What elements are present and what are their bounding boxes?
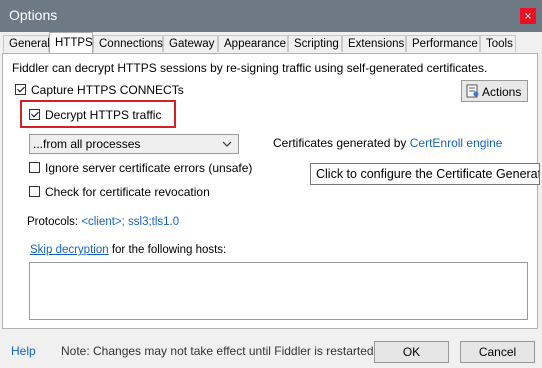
decrypt-https-label[interactable]: Decrypt HTTPS traffic: [45, 108, 161, 122]
ignore-cert-errors-label[interactable]: Ignore server certificate errors (unsafe…: [45, 161, 252, 175]
window-title: Options: [9, 7, 58, 23]
skip-decryption-row: Skip decryption for the following hosts:: [30, 244, 226, 256]
tab-tools[interactable]: Tools: [480, 35, 516, 52]
cert-generated-text: Certificates generated by CertEnroll eng…: [273, 136, 502, 150]
tab-performance[interactable]: Performance: [406, 35, 480, 52]
decrypt-https-checkbox[interactable]: [29, 109, 40, 120]
chevron-down-icon: [222, 141, 232, 147]
protocols-label: Protocols:: [27, 216, 79, 228]
https-panel: Fiddler can decrypt HTTPS sessions by re…: [2, 53, 538, 329]
skip-decryption-suffix: for the following hosts:: [111, 244, 227, 256]
cert-generator-tooltip: Click to configure the Certificate Gener…: [310, 163, 540, 185]
cert-engine-link[interactable]: CertEnroll engine: [410, 136, 503, 150]
process-filter-select[interactable]: ...from all processes: [29, 134, 239, 154]
protocols-link[interactable]: <client>; ssl3;tls1.0: [81, 216, 179, 228]
check-revocation-checkbox[interactable]: [29, 186, 40, 197]
skip-decryption-link[interactable]: Skip decryption: [30, 244, 109, 256]
tab-strip: General HTTPS Connections Gateway Appear…: [0, 32, 542, 54]
restart-note: Note: Changes may not take effect until …: [61, 344, 377, 358]
https-description: Fiddler can decrypt HTTPS sessions by re…: [12, 61, 488, 75]
tab-general[interactable]: General: [3, 35, 50, 52]
certificate-actions-icon: [466, 84, 479, 98]
actions-button[interactable]: Actions: [461, 80, 528, 102]
skip-hosts-textarea[interactable]: [29, 262, 528, 320]
tab-extensions[interactable]: Extensions: [342, 35, 406, 52]
actions-label: Actions: [482, 85, 522, 99]
process-filter-value: ...from all processes: [33, 137, 141, 151]
check-revocation-label[interactable]: Check for certificate revocation: [45, 185, 210, 199]
tab-https[interactable]: HTTPS: [49, 32, 93, 53]
ignore-cert-errors-checkbox[interactable]: [29, 162, 40, 173]
capture-https-checkbox[interactable]: [15, 84, 26, 95]
tab-appearance[interactable]: Appearance: [218, 35, 288, 52]
tab-gateway[interactable]: Gateway: [163, 35, 218, 52]
cancel-button[interactable]: Cancel: [460, 341, 535, 363]
tab-connections[interactable]: Connections: [93, 35, 163, 52]
ok-button[interactable]: OK: [374, 341, 449, 363]
tab-scripting[interactable]: Scripting: [288, 35, 342, 52]
cert-generated-prefix: Certificates generated by: [273, 136, 407, 150]
help-link[interactable]: Help: [11, 344, 36, 358]
capture-https-label[interactable]: Capture HTTPS CONNECTs: [31, 83, 184, 97]
close-icon[interactable]: ×: [520, 8, 536, 24]
protocols-row: Protocols: <client>; ssl3;tls1.0: [27, 216, 179, 228]
title-bar: Options ×: [0, 0, 542, 32]
